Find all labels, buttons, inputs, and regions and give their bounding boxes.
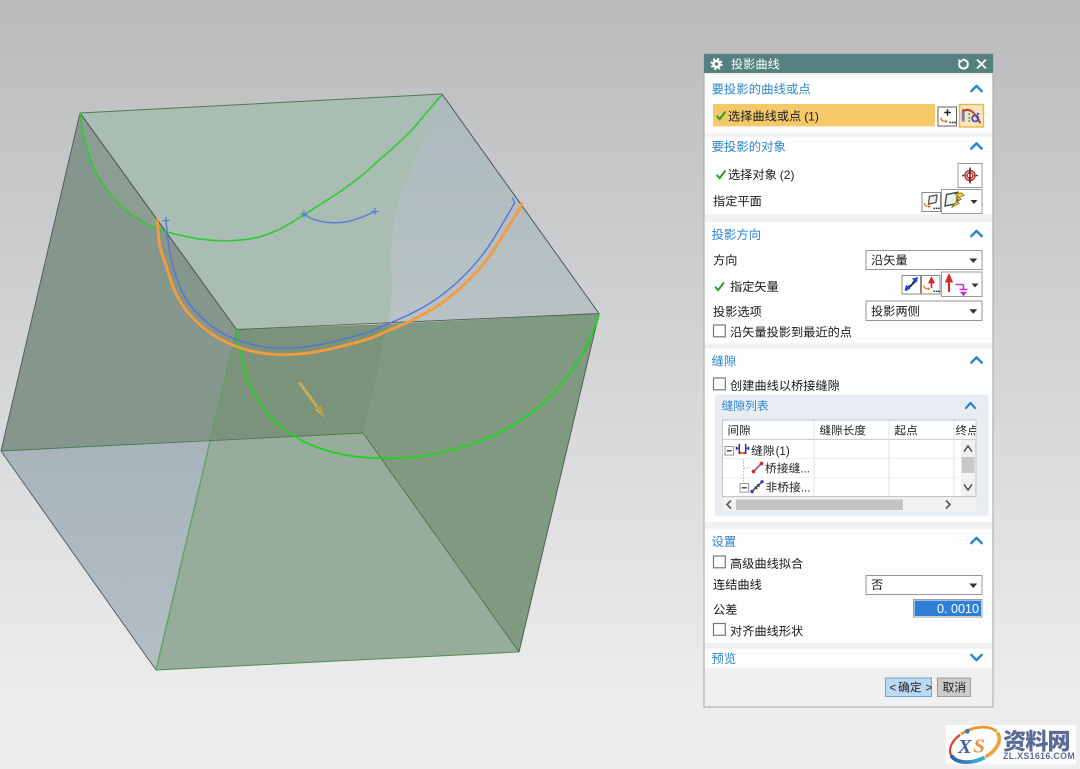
- svg-text:S: S: [974, 736, 985, 758]
- svg-text:(1): (1): [804, 110, 819, 124]
- svg-text:(2): (2): [780, 168, 795, 182]
- svg-text:ZL.XS1616.COM: ZL.XS1616.COM: [1003, 751, 1075, 761]
- svg-text:...: ...: [800, 464, 810, 476]
- svg-text:<: <: [890, 683, 897, 695]
- svg-text:...: ...: [801, 483, 811, 495]
- svg-text:(1): (1): [776, 446, 790, 458]
- svg-text:>: >: [926, 683, 933, 695]
- svg-text:0. 0010: 0. 0010: [937, 602, 979, 616]
- svg-text:X: X: [957, 736, 973, 758]
